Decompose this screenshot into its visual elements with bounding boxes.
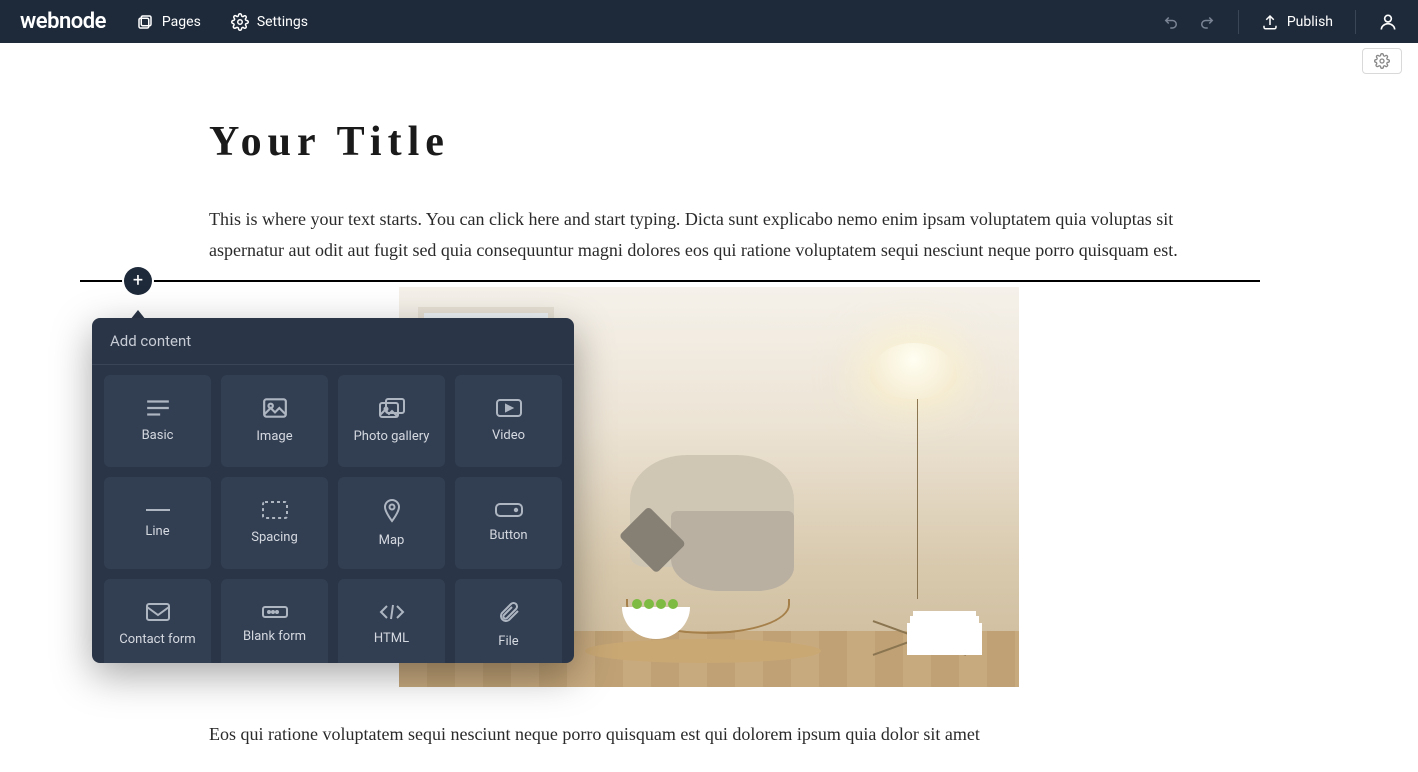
tile-basic[interactable]: Basic — [104, 375, 211, 467]
pages-label: Pages — [162, 14, 201, 30]
popover-grid: Basic Image Photo gallery Video Line — [92, 365, 574, 663]
button-icon — [494, 502, 524, 518]
tile-label: Blank form — [243, 629, 306, 645]
tile-label: Line — [145, 524, 169, 540]
topbar-left: webnode Pages Settings — [20, 9, 308, 34]
tile-video[interactable]: Video — [455, 375, 562, 467]
insert-content-area: + — [80, 280, 1260, 282]
tile-map[interactable]: Map — [338, 477, 445, 569]
tile-line[interactable]: Line — [104, 477, 211, 569]
tile-html[interactable]: HTML — [338, 579, 445, 663]
tile-photo-gallery[interactable]: Photo gallery — [338, 375, 445, 467]
insert-line — [80, 280, 1260, 282]
text-lines-icon — [145, 398, 171, 418]
divider — [1238, 10, 1239, 34]
envelope-icon — [145, 602, 171, 622]
publish-label: Publish — [1287, 14, 1333, 30]
tile-label: Image — [256, 429, 292, 445]
tile-contact-form[interactable]: Contact form — [104, 579, 211, 663]
divider — [1355, 10, 1356, 34]
topbar: webnode Pages Settings Publish — [0, 0, 1418, 43]
tile-label: Video — [492, 428, 525, 444]
tile-file[interactable]: File — [455, 579, 562, 663]
section-settings-button[interactable] — [1362, 48, 1402, 74]
add-content-button[interactable]: + — [124, 267, 152, 295]
topbar-right: Publish — [1162, 10, 1398, 34]
body-paragraph-1[interactable]: This is where your text starts. You can … — [209, 204, 1209, 265]
brand-logo[interactable]: webnode — [20, 9, 106, 34]
video-icon — [495, 398, 523, 418]
tile-label: HTML — [374, 631, 409, 647]
tile-label: Basic — [142, 428, 174, 444]
spacing-icon — [261, 500, 289, 520]
upload-icon — [1261, 13, 1279, 31]
paperclip-icon — [498, 600, 520, 624]
tile-label: Photo gallery — [354, 429, 430, 445]
image-icon — [262, 397, 288, 419]
user-icon[interactable] — [1378, 12, 1398, 32]
pages-icon — [136, 13, 154, 31]
publish-button[interactable]: Publish — [1261, 13, 1333, 31]
tile-button[interactable]: Button — [455, 477, 562, 569]
tile-blank-form[interactable]: Blank form — [221, 579, 328, 663]
tile-label: Button — [489, 528, 527, 544]
tile-label: Spacing — [251, 530, 298, 546]
settings-label: Settings — [257, 14, 308, 30]
tile-label: Map — [379, 533, 405, 549]
tile-label: Contact form — [119, 632, 195, 648]
settings-button[interactable]: Settings — [231, 13, 308, 31]
form-field-icon — [261, 605, 289, 619]
undo-icon[interactable] — [1162, 13, 1180, 31]
horizontal-line-icon — [144, 506, 172, 514]
tile-image[interactable]: Image — [221, 375, 328, 467]
popover-title: Add content — [92, 318, 574, 365]
body-paragraph-2[interactable]: Eos qui ratione voluptatem sequi nesciun… — [209, 719, 1209, 750]
gear-icon — [231, 13, 249, 31]
code-icon — [378, 603, 406, 621]
tile-spacing[interactable]: Spacing — [221, 477, 328, 569]
redo-icon[interactable] — [1198, 13, 1216, 31]
map-pin-icon — [382, 497, 402, 523]
pages-button[interactable]: Pages — [136, 13, 201, 31]
add-content-popover: Add content Basic Image Photo gallery Vi… — [92, 318, 574, 663]
gallery-icon — [378, 397, 406, 419]
page-title[interactable]: Your Title — [209, 118, 1209, 166]
tile-label: File — [498, 634, 518, 650]
